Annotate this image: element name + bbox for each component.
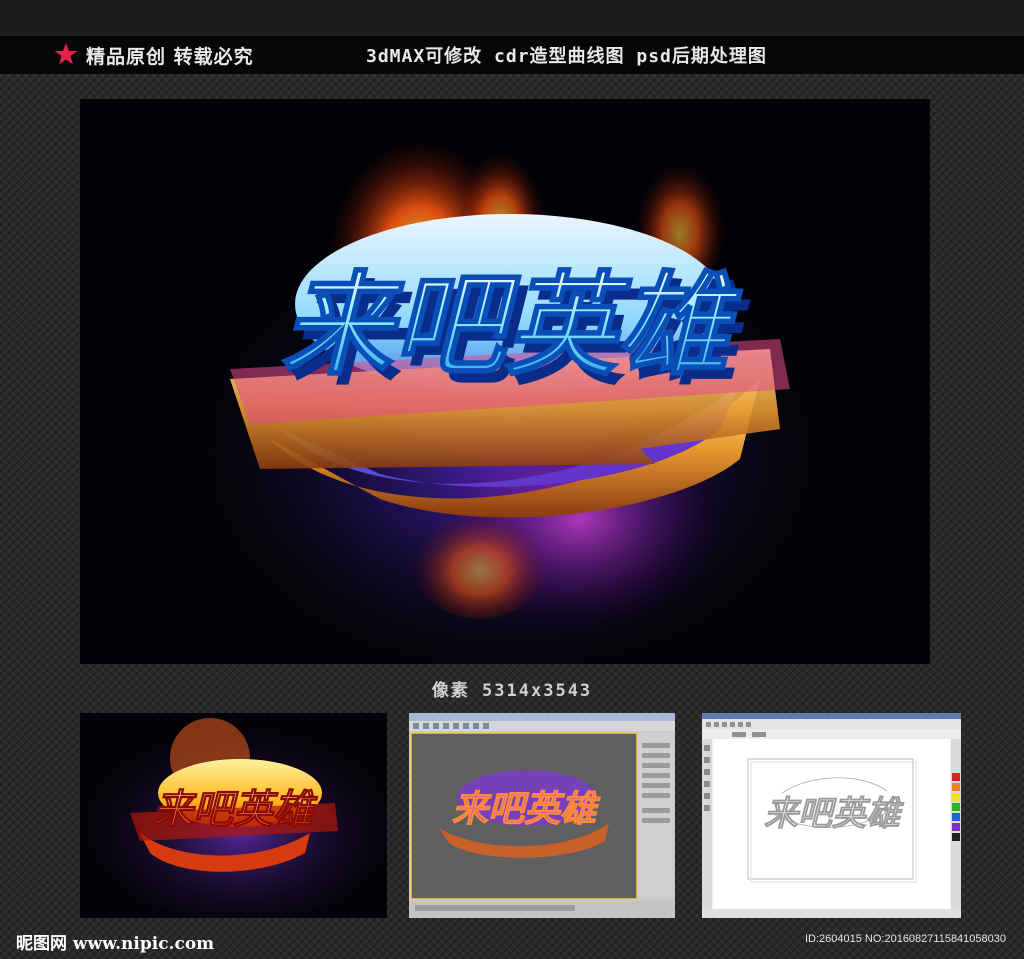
thumbnail-3dsmax-logo: 来吧英雄 [452, 789, 601, 830]
thumbnail-3dsmax[interactable]: 来吧英雄 [409, 713, 675, 918]
header-bar: 精品原创 转载必究 3dMAX可修改 cdr造型曲线图 psd后期处理图 [0, 36, 1024, 74]
image-id-text: ID:2604015 NO:20160827115841058030 [804, 933, 1006, 945]
thumbnail-psd-logo: 来吧英雄 [153, 787, 318, 833]
thumbnail-coreldraw[interactable]: 来吧英雄 [702, 713, 961, 918]
star-icon [54, 43, 78, 65]
site-logo[interactable]: 昵图网 www.nipic.com [16, 929, 214, 954]
pixel-size-label: 像素 5314x3543 [431, 681, 593, 701]
main-preview-image: 来吧英雄 来吧英雄 [80, 99, 930, 664]
header-right-text: 3dMAX可修改 cdr造型曲线图 psd后期处理图 [366, 46, 767, 67]
main-logo-text: 来吧英雄 [281, 261, 743, 391]
header-left-text: 精品原创 转载必究 [86, 46, 254, 68]
top-bar [0, 0, 1024, 36]
thumbnail-psd-render[interactable]: 来吧英雄 [80, 713, 387, 918]
